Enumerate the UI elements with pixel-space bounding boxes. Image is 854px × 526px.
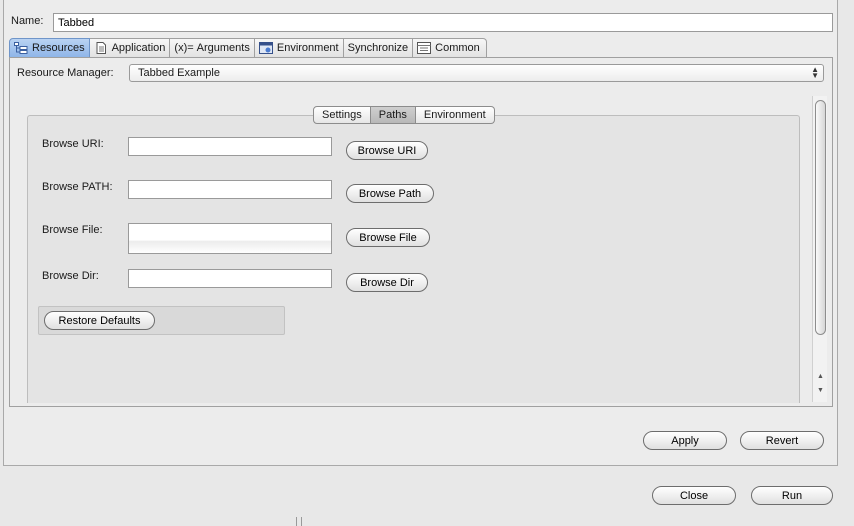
tab-label: Environment <box>276 42 339 54</box>
resources-icon <box>14 42 28 54</box>
tab-settings[interactable]: Settings <box>313 106 371 124</box>
tab-common[interactable]: Common <box>413 38 487 58</box>
name-input[interactable] <box>53 13 833 32</box>
resource-manager-value: Tabbed Example <box>138 67 220 79</box>
environment-icon <box>258 42 273 54</box>
resource-manager-select[interactable]: Tabbed Example ▲ ▼ <box>129 64 824 82</box>
tab-arguments[interactable]: (x)= Arguments <box>170 38 255 58</box>
vertical-scrollbar[interactable]: ▲ ▼ <box>812 96 827 402</box>
tab-application[interactable]: Application <box>89 38 171 58</box>
tab-label: Application <box>111 42 166 54</box>
close-button[interactable]: Close <box>652 486 736 505</box>
application-icon <box>94 42 108 54</box>
tab-label: Arguments <box>196 42 250 54</box>
tab-synchronize[interactable]: Synchronize <box>343 38 414 58</box>
name-label: Name: <box>11 15 44 27</box>
scrollbar-thumb[interactable] <box>815 100 826 335</box>
browse-uri-button[interactable]: Browse URI <box>346 141 428 160</box>
browse-dir-button[interactable]: Browse Dir <box>346 273 428 292</box>
common-icon <box>417 42 432 54</box>
browse-dir-label: Browse Dir: <box>42 270 99 282</box>
tab-label: Resources <box>32 42 85 54</box>
browse-uri-label: Browse URI: <box>42 138 104 150</box>
config-tab-strip: Resources Application (x)= Arguments Env… <box>9 38 487 58</box>
tab-paths[interactable]: Paths <box>370 106 416 124</box>
tab-label: Synchronize <box>347 42 409 54</box>
splitter-grip-icon[interactable] <box>296 517 302 526</box>
tab-environment[interactable]: Environment <box>254 38 344 58</box>
select-arrows-icon: ▲ ▼ <box>811 65 819 80</box>
inner-tab-strip: Settings Paths Environment <box>313 106 495 124</box>
scroll-up-icon[interactable]: ▲ <box>815 372 826 382</box>
browse-file-input[interactable] <box>128 223 332 254</box>
revert-button[interactable]: Revert <box>740 431 824 450</box>
tab-label: Common <box>435 42 480 54</box>
browse-uri-input[interactable] <box>128 137 332 156</box>
run-button[interactable]: Run <box>751 486 833 505</box>
restore-defaults-button[interactable]: Restore Defaults <box>44 311 155 330</box>
browse-file-button[interactable]: Browse File <box>346 228 430 247</box>
tab-resources[interactable]: Resources <box>9 38 90 58</box>
apply-button[interactable]: Apply <box>643 431 727 450</box>
resource-manager-label: Resource Manager: <box>17 67 114 79</box>
browse-path-button[interactable]: Browse Path <box>346 184 434 203</box>
browse-path-label: Browse PATH: <box>42 181 113 193</box>
arguments-icon: (x)= <box>174 42 194 54</box>
browse-dir-input[interactable] <box>128 269 332 288</box>
tab-inner-environment[interactable]: Environment <box>415 106 495 124</box>
scroll-down-icon[interactable]: ▼ <box>815 386 826 396</box>
browse-file-label: Browse File: <box>42 224 103 236</box>
browse-path-input[interactable] <box>128 180 332 199</box>
